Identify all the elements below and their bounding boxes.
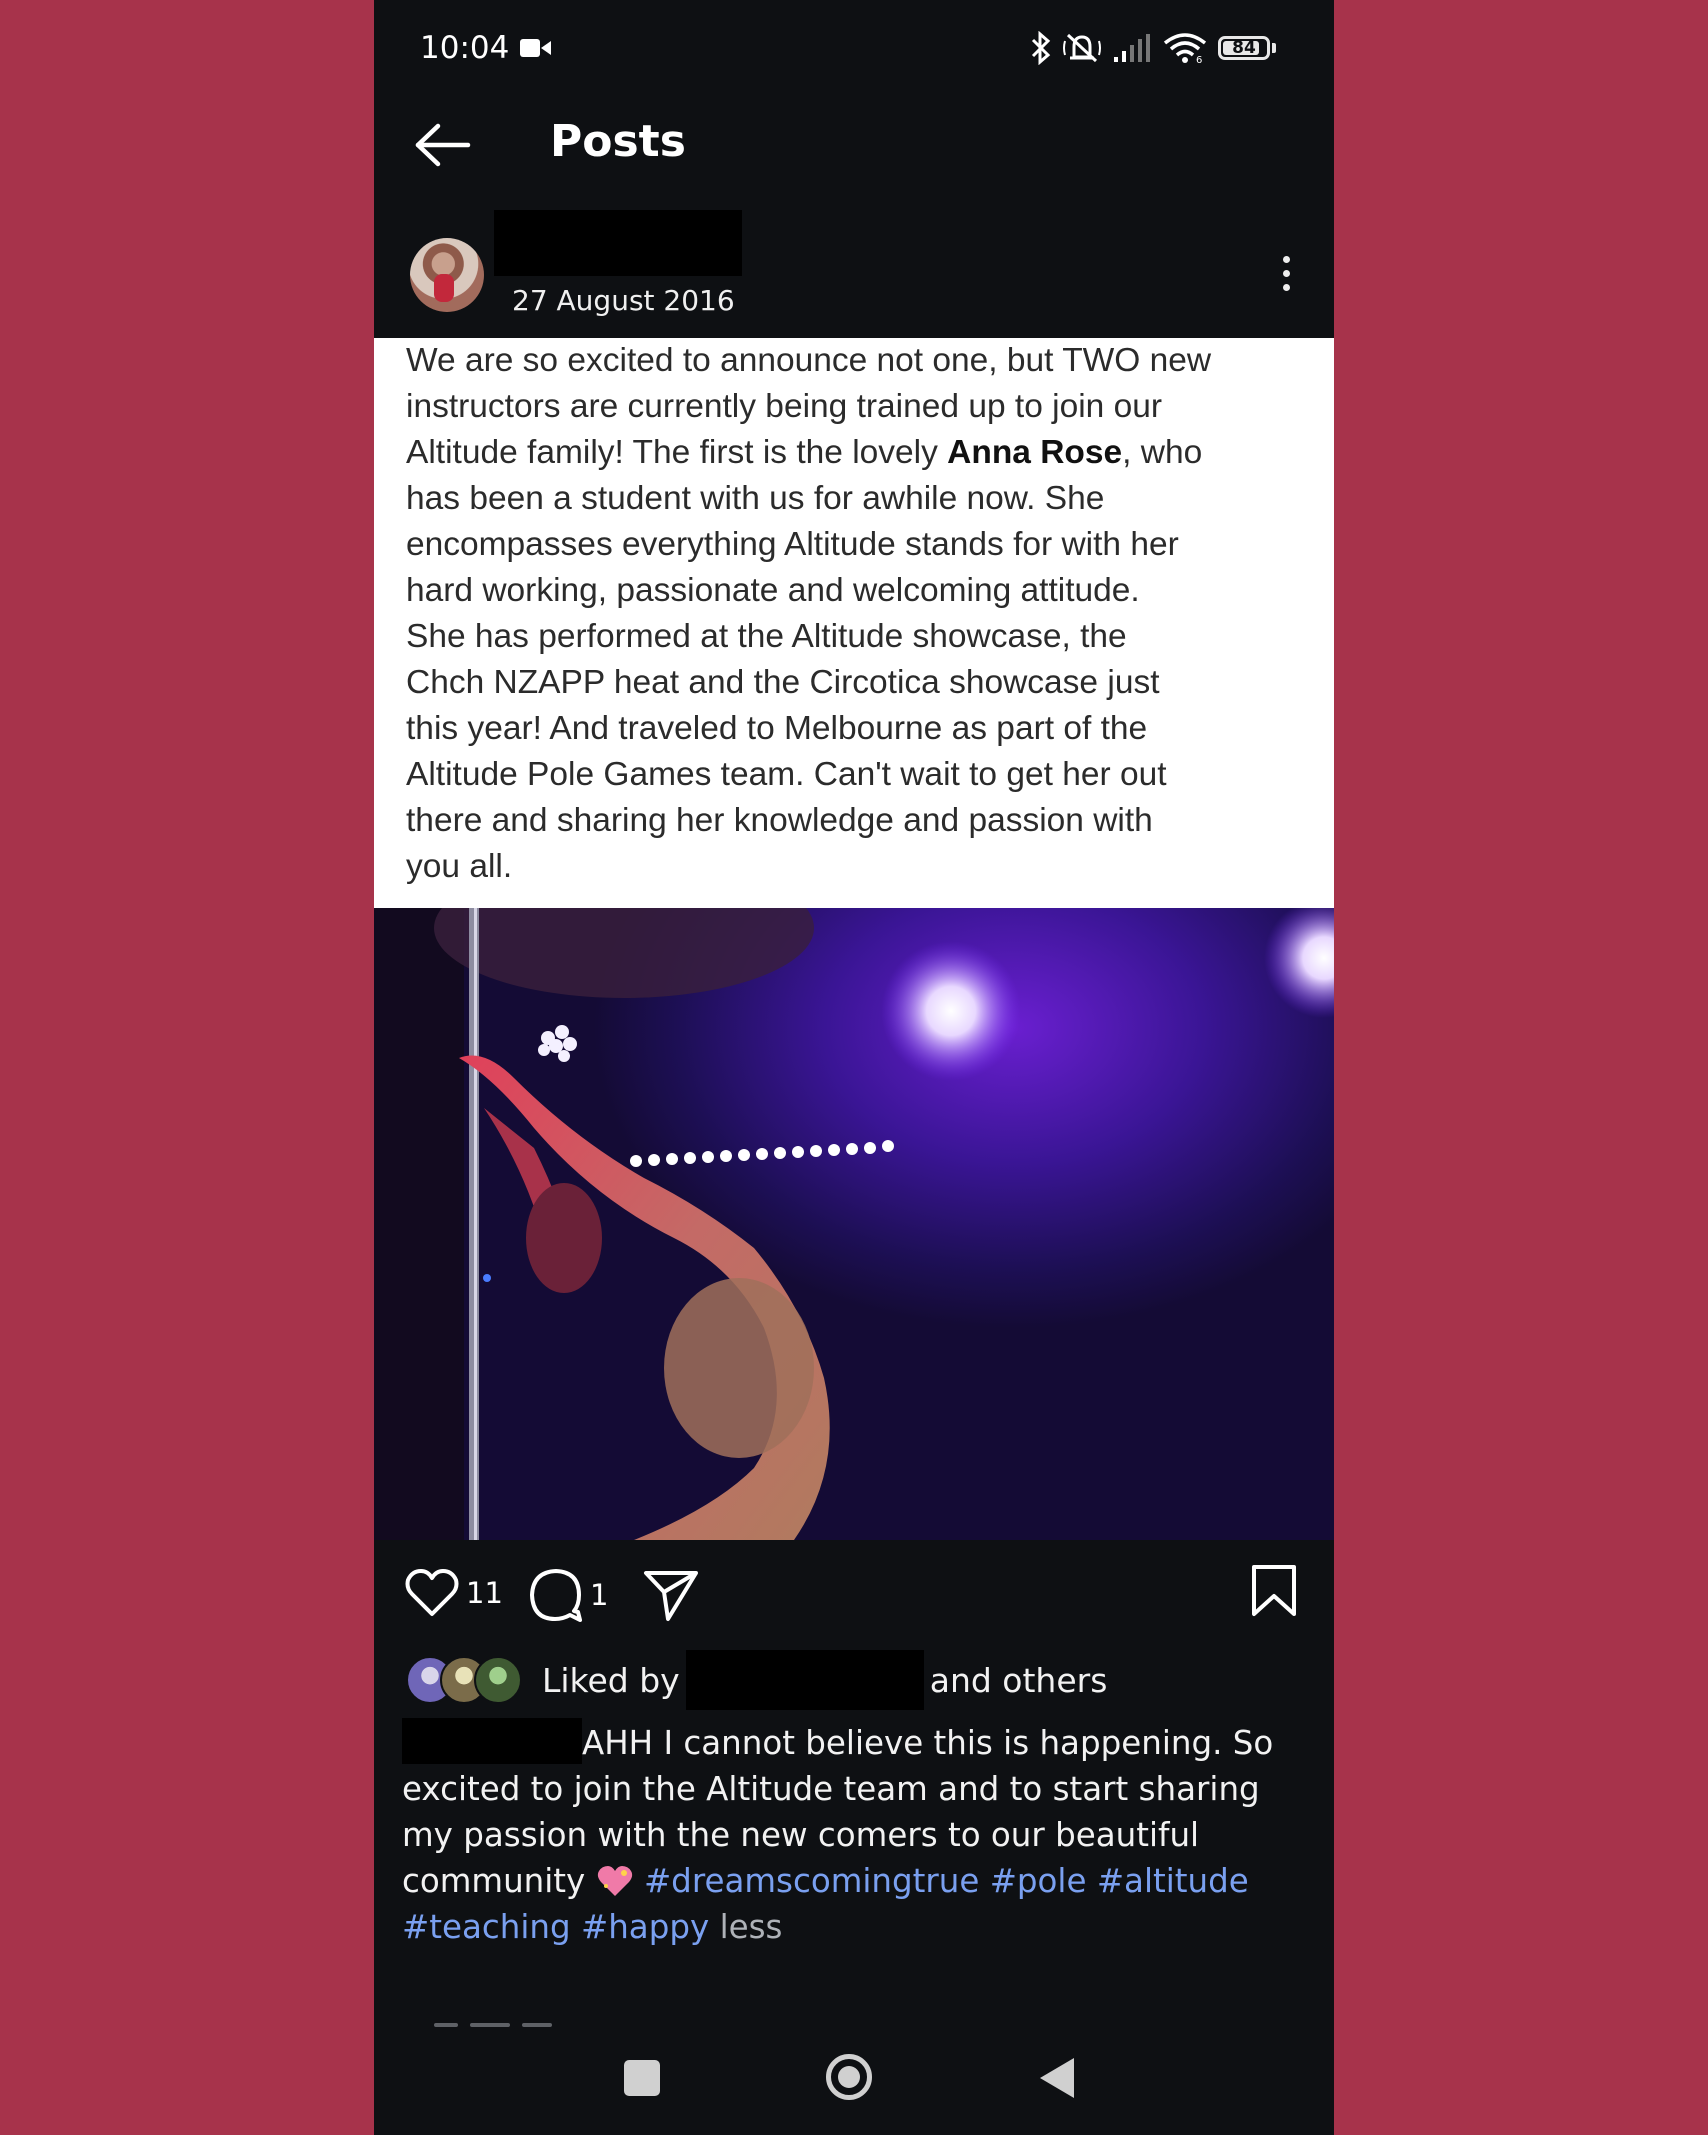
home-icon[interactable] <box>826 2054 872 2100</box>
mute-icon <box>1063 33 1101 63</box>
back-triangle-icon[interactable] <box>1040 2058 1074 2098</box>
post-text-image: We are so excited to announce not one, b… <box>374 338 1334 908</box>
liked-by-suffix: and others <box>929 1660 1108 1700</box>
phone-screen: 10:04 6 84 Posts 27 August 2016 We are s… <box>374 0 1334 2135</box>
post-caption: AHH I cannot believe this is happening. … <box>402 1718 1312 1950</box>
status-icons: 6 84 <box>1030 28 1276 68</box>
like-button[interactable]: 11 <box>404 1568 503 1618</box>
wifi-icon: 6 <box>1163 33 1207 65</box>
comment-button[interactable]: 1 <box>528 1568 608 1622</box>
hashtag[interactable]: #pole <box>990 1862 1087 1900</box>
bluetooth-icon <box>1031 31 1051 65</box>
hashtag[interactable]: #altitude <box>1097 1862 1249 1900</box>
app-header: Posts <box>374 110 1334 180</box>
avatar[interactable] <box>410 238 484 312</box>
system-navigation-bar <box>374 2040 1334 2135</box>
comment-icon <box>530 1569 582 1622</box>
share-icon[interactable] <box>642 1568 700 1622</box>
svg-text:6: 6 <box>1196 55 1202 65</box>
post-text-part-2: , who has been a student with us for awh… <box>406 434 1203 885</box>
recent-apps-icon[interactable] <box>624 2060 660 2096</box>
less-link[interactable]: less <box>720 1908 783 1946</box>
back-arrow-icon[interactable] <box>412 120 472 170</box>
hashtag[interactable]: #dreamscomingtrue <box>644 1862 979 1900</box>
redacted-caption-username <box>402 1718 582 1764</box>
sparkling-heart-icon <box>597 1866 632 1896</box>
redacted-liker-name <box>685 1650 924 1710</box>
likes-count: 11 <box>466 1576 503 1610</box>
status-time: 10:04 <box>420 30 510 66</box>
post-action-bar: 11 1 <box>374 1560 1334 1630</box>
post-text-paragraph: We are so excited to announce not one, b… <box>374 338 1334 890</box>
comments-count: 1 <box>590 1578 609 1612</box>
liked-by-row[interactable]: Liked by and others <box>406 1650 1108 1710</box>
hashtag[interactable]: #happy <box>581 1908 709 1946</box>
more-options-icon[interactable] <box>1280 256 1292 298</box>
performer-photo-illustration <box>374 908 1334 1540</box>
liker-avatar <box>474 1656 522 1704</box>
battery-icon: 84 <box>1218 36 1276 60</box>
liked-by-prefix: Liked by <box>542 1660 680 1700</box>
hashtag[interactable]: #teaching <box>402 1908 571 1946</box>
post-header: 27 August 2016 <box>374 206 1334 336</box>
post-text-bold-name: Anna Rose <box>947 434 1123 471</box>
bookmark-icon[interactable] <box>1250 1564 1298 1618</box>
post-date: 27 August 2016 <box>512 284 735 317</box>
next-row-partial <box>434 2012 634 2027</box>
signal-icon <box>1114 34 1150 62</box>
redacted-username <box>494 210 742 276</box>
video-record-icon <box>520 39 551 57</box>
page-title: Posts <box>550 116 686 167</box>
heart-icon <box>405 1569 459 1616</box>
status-bar: 10:04 6 84 <box>374 0 1334 100</box>
battery-level: 84 <box>1232 38 1256 58</box>
post-photo <box>374 908 1334 1540</box>
